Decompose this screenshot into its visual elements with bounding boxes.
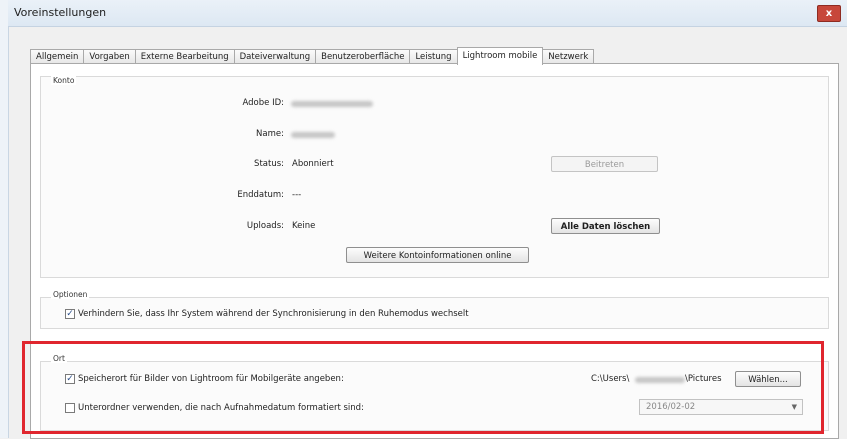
- date-format-select[interactable]: 2016/02-02 ▼: [639, 399, 803, 415]
- delete-all-data-button[interactable]: Alle Daten löschen: [551, 218, 660, 234]
- more-account-info-button[interactable]: Weitere Kontoinformationen online: [346, 247, 529, 263]
- path-prefix: C:\Users\: [591, 374, 630, 384]
- account-group: Konto Adobe ID: Name: Status: Abonniert …: [40, 76, 829, 278]
- join-button[interactable]: Beitreten: [551, 156, 658, 172]
- uploads-label: Uploads:: [246, 221, 284, 231]
- status-value: Abonniert: [292, 159, 334, 169]
- tab-benutzeroberflaeche[interactable]: Benutzeroberfläche: [315, 49, 411, 64]
- tab-lightroom-mobile[interactable]: Lightroom mobile: [456, 47, 544, 65]
- location-section-title: Ort: [51, 354, 67, 363]
- options-section-title: Optionen: [51, 290, 90, 299]
- subfolder-label: Unterordner verwenden, die nach Aufnahme…: [78, 403, 364, 413]
- path-suffix: \Pictures: [685, 374, 722, 384]
- subfolder-checkbox[interactable]: [65, 403, 75, 413]
- name-label: Name:: [256, 129, 284, 139]
- prevent-sleep-checkbox[interactable]: ✓: [65, 309, 75, 319]
- tab-dateiverwaltung[interactable]: Dateiverwaltung: [233, 49, 317, 64]
- close-button[interactable]: x: [817, 5, 841, 22]
- tab-bar: Allgemein Vorgaben Externe Bearbeitung D…: [30, 47, 595, 65]
- end-date-label: Enddatum:: [237, 190, 284, 200]
- tab-leistung[interactable]: Leistung: [409, 49, 458, 64]
- specify-location-checkbox[interactable]: ✓: [65, 374, 75, 384]
- chevron-down-icon: ▼: [791, 403, 797, 411]
- uploads-value: Keine: [292, 221, 316, 231]
- date-format-value: 2016/02-02: [646, 402, 696, 412]
- choose-location-button[interactable]: Wählen...: [735, 371, 801, 387]
- tab-vorgaben[interactable]: Vorgaben: [83, 49, 136, 64]
- window-title: Voreinstellungen: [14, 6, 107, 19]
- adobe-id-label: Adobe ID:: [242, 98, 284, 108]
- location-group: Ort ✓ Speicherort für Bilder von Lightro…: [40, 354, 829, 431]
- prevent-sleep-label: Verhindern Sie, dass Ihr System während …: [78, 309, 469, 319]
- background-window-edge: [0, 0, 9, 438]
- tab-netzwerk[interactable]: Netzwerk: [542, 49, 595, 64]
- name-value-redacted: [291, 132, 335, 138]
- title-bar: Voreinstellungen x: [8, 0, 847, 27]
- options-group: Optionen ✓ Verhindern Sie, dass Ihr Syst…: [40, 290, 829, 329]
- end-date-value: ---: [292, 190, 302, 200]
- adobe-id-value-redacted: [291, 101, 373, 107]
- tab-content-panel: Konto Adobe ID: Name: Status: Abonniert …: [30, 63, 839, 439]
- tab-externe-bearbeitung[interactable]: Externe Bearbeitung: [134, 49, 235, 64]
- tab-allgemein[interactable]: Allgemein: [30, 49, 85, 64]
- status-label: Status:: [254, 159, 284, 169]
- specify-location-label: Speicherort für Bilder von Lightroom für…: [78, 374, 344, 384]
- path-username-redacted: [635, 377, 685, 383]
- account-section-title: Konto: [51, 76, 77, 85]
